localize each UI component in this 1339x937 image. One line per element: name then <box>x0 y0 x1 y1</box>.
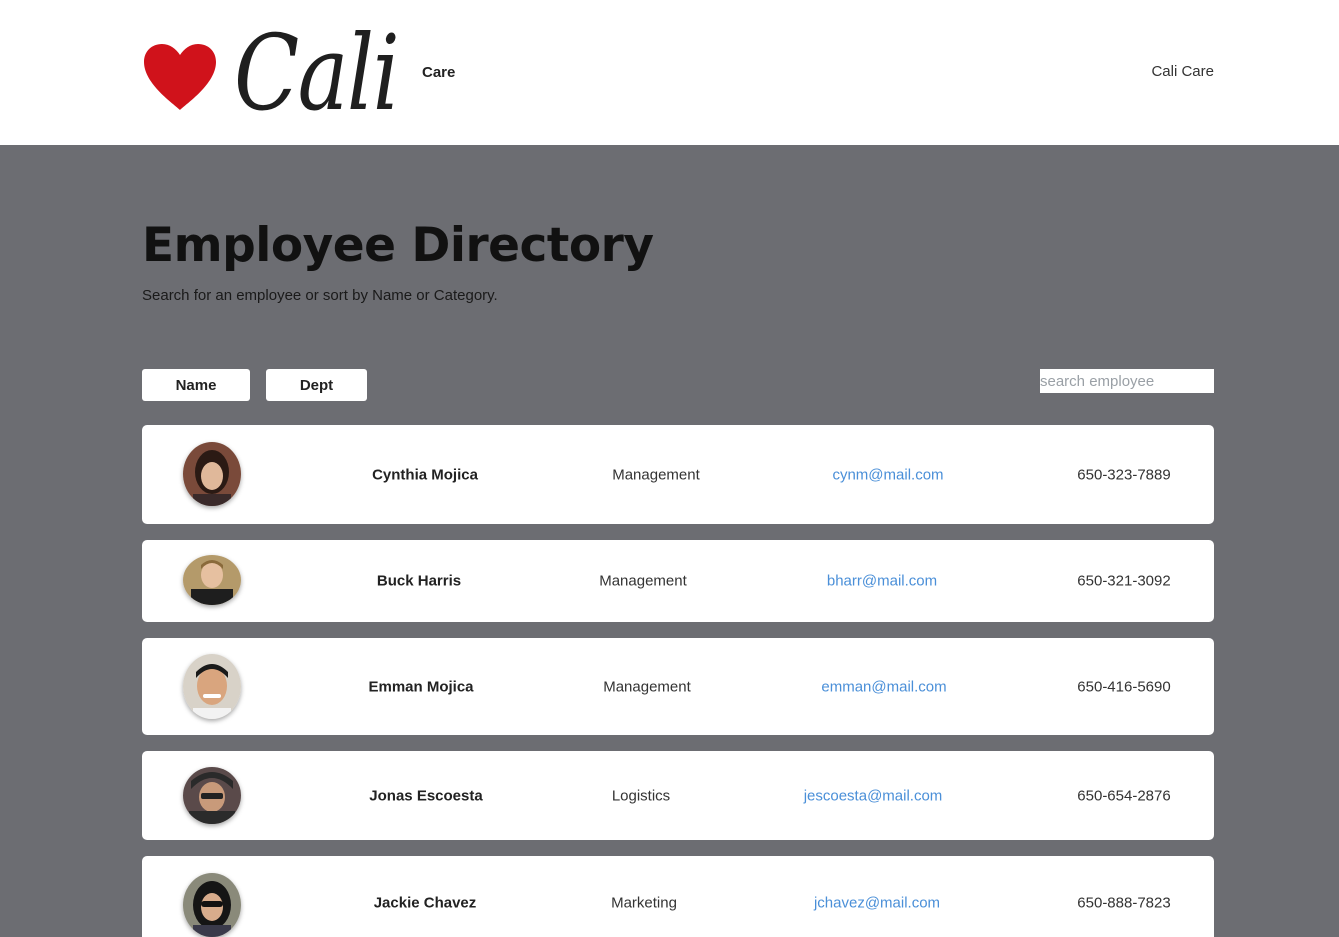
sort-by-name-button[interactable]: Name <box>142 369 250 401</box>
avatar <box>183 555 241 605</box>
avatar-photo-icon <box>183 654 241 719</box>
page-title: Employee Directory <box>142 218 654 273</box>
avatar <box>183 873 241 937</box>
employee-dept: Logistics <box>611 787 671 804</box>
heart-icon <box>144 44 216 110</box>
page-subtitle: Search for an employee or sort by Name o… <box>142 287 498 304</box>
employee-email[interactable]: cynm@mail.com <box>832 466 943 483</box>
avatar <box>183 654 241 719</box>
employee-phone: 650-654-2876 <box>1077 787 1171 804</box>
search-input[interactable] <box>1040 369 1214 393</box>
employee-name: Emman Mojica <box>368 678 474 695</box>
employee-name: Buck Harris <box>376 572 462 590</box>
brand-small-text: Care <box>422 64 456 81</box>
employee-dept: Marketing <box>611 894 677 912</box>
avatar <box>183 767 241 824</box>
employee-phone: 650-888-7823 <box>1077 894 1171 912</box>
avatar-photo-icon <box>183 555 241 605</box>
avatar-photo-icon <box>183 873 241 937</box>
employee-phone: 650-416-5690 <box>1077 678 1171 695</box>
employee-row: Jackie Chavez Marketing jchavez@mail.com… <box>142 856 1214 937</box>
employee-dept: Management <box>612 466 700 483</box>
employee-row: Buck Harris Management bharr@mail.com 65… <box>142 540 1214 622</box>
nav-link-cali-care[interactable]: Cali Care <box>1151 63 1214 80</box>
avatar-photo-icon <box>183 442 241 506</box>
sort-by-dept-button[interactable]: Dept <box>266 369 367 401</box>
hero: Employee Directory Search for an employe… <box>142 218 654 304</box>
avatar-photo-icon <box>183 767 241 824</box>
employee-row: Cynthia Mojica Management cynm@mail.com … <box>142 425 1214 524</box>
employee-name: Jackie Chavez <box>373 894 477 912</box>
employee-dept: Management <box>599 572 687 590</box>
employee-row: Jonas Escoesta Logistics jescoesta@mail.… <box>142 751 1214 840</box>
avatar <box>183 442 241 506</box>
employee-email[interactable]: bharr@mail.com <box>827 573 937 590</box>
employee-row: Emman Mojica Management emman@mail.com 6… <box>142 638 1214 735</box>
employee-phone: 650-323-7889 <box>1077 466 1171 483</box>
employee-email[interactable]: emman@mail.com <box>821 678 946 695</box>
employee-phone: 650-321-3092 <box>1077 572 1171 590</box>
employee-name: Cynthia Mojica <box>372 466 478 483</box>
employee-dept: Management <box>603 678 691 695</box>
employee-email[interactable]: jchavez@mail.com <box>814 895 940 912</box>
employee-email[interactable]: jescoesta@mail.com <box>804 787 943 804</box>
employee-name: Jonas Escoesta <box>369 787 483 804</box>
logo-script-text: Cali <box>234 12 400 134</box>
brand-logo[interactable]: Cali Care <box>142 18 455 133</box>
navbar: Cali Care Cali Care <box>0 0 1339 145</box>
